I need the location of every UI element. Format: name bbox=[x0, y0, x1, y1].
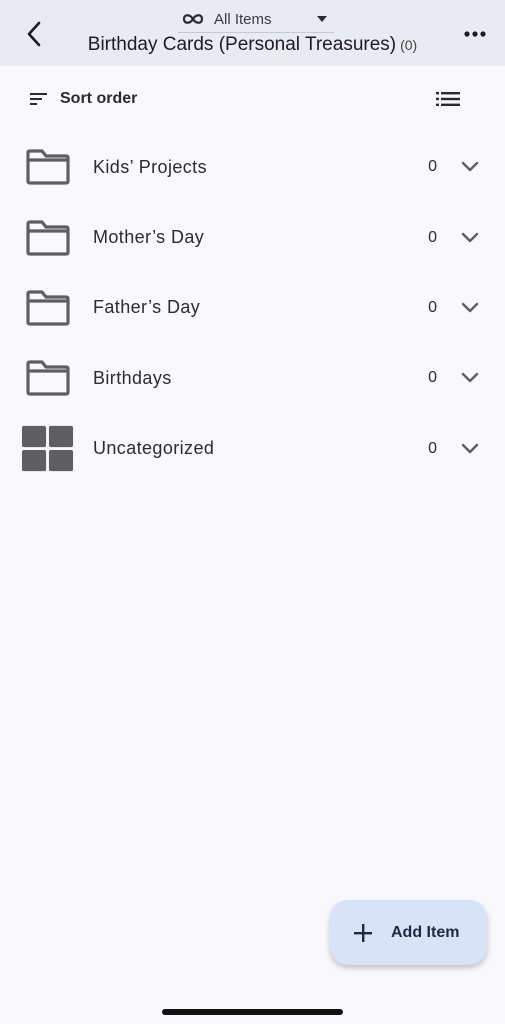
list-item-count: 0 bbox=[428, 369, 437, 387]
list-item-name: Birthdays bbox=[93, 367, 172, 388]
chevron-down-icon[interactable] bbox=[461, 302, 479, 314]
page-title: Birthday Cards (Personal Treasures) bbox=[87, 34, 397, 55]
sort-icon bbox=[30, 93, 47, 105]
chevron-down-icon[interactable] bbox=[461, 443, 479, 455]
list-item-count: 0 bbox=[428, 439, 437, 457]
home-indicator[interactable] bbox=[162, 1009, 343, 1015]
more-horizontal-icon bbox=[464, 31, 486, 37]
list-item-name: Mother’s Day bbox=[93, 227, 205, 248]
sort-order-button[interactable]: Sort order bbox=[30, 82, 137, 116]
list-item-count: 0 bbox=[428, 158, 437, 176]
list-item-name: Kids’ Projects bbox=[93, 156, 207, 177]
folder-icon bbox=[22, 214, 74, 262]
list-item[interactable]: Birthdays 0 bbox=[0, 343, 505, 413]
chevron-down-icon[interactable] bbox=[461, 372, 479, 384]
infinity-icon bbox=[182, 14, 204, 24]
app-header: All Items Birthday Cards (Personal Treas… bbox=[0, 0, 505, 66]
filter-label: All Items bbox=[214, 10, 272, 28]
folder-icon bbox=[22, 354, 74, 402]
list-item-count: 0 bbox=[428, 298, 437, 316]
screen: All Items Birthday Cards (Personal Treas… bbox=[0, 0, 505, 1024]
folder-icon bbox=[22, 284, 74, 332]
list-view-icon bbox=[436, 92, 460, 106]
list-item[interactable]: Kids’ Projects 0 bbox=[0, 132, 505, 202]
caret-down-icon bbox=[317, 16, 327, 22]
list-item-name: Father’s Day bbox=[93, 297, 201, 318]
list-item[interactable]: Mother’s Day 0 bbox=[0, 202, 505, 272]
list-item-count: 0 bbox=[428, 228, 437, 246]
list-item-name: Uncategorized bbox=[93, 438, 215, 459]
chevron-down-icon[interactable] bbox=[461, 161, 479, 173]
page-title-row: Birthday Cards (Personal Treasures) (0) bbox=[0, 34, 505, 56]
chevron-down-icon[interactable] bbox=[461, 232, 479, 244]
add-item-label: Add Item bbox=[391, 923, 460, 941]
sort-order-label: Sort order bbox=[60, 90, 138, 107]
list-view-button[interactable] bbox=[433, 86, 463, 112]
page-title-count: (0) bbox=[400, 37, 418, 53]
folder-icon bbox=[22, 143, 74, 191]
add-item-button[interactable]: Add Item bbox=[330, 900, 487, 965]
more-options-button[interactable] bbox=[457, 16, 493, 52]
filter-dropdown[interactable]: All Items bbox=[178, 6, 334, 33]
plus-icon bbox=[354, 923, 372, 942]
list-item[interactable]: Father’s Day 0 bbox=[0, 273, 505, 343]
grid-icon bbox=[22, 425, 74, 473]
category-list: Kids’ Projects 0 Mother’s Day 0 Father’s… bbox=[0, 132, 505, 484]
list-item[interactable]: Uncategorized 0 bbox=[0, 414, 505, 484]
toolbar: Sort order bbox=[0, 76, 505, 122]
